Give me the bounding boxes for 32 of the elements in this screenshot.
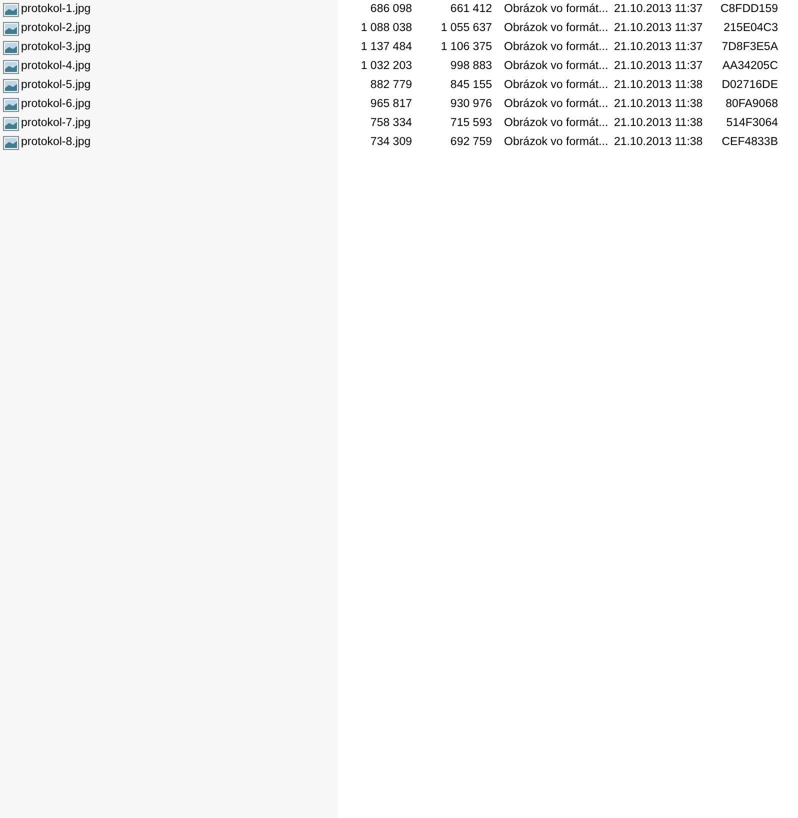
- file-name[interactable]: protokol-6.jpg: [21, 96, 91, 114]
- table-cell-text: 1 032 203: [360, 58, 412, 74]
- image-file-icon: [3, 60, 19, 74]
- table-cell-text: 882 779: [369, 78, 412, 93]
- file-name[interactable]: protokol-2.jpg: [21, 20, 91, 38]
- table-cell-text: 686 098: [369, 2, 412, 17]
- table-cell-text: 1 106 375: [440, 40, 492, 55]
- image-file-icon: [3, 116, 19, 130]
- table-cell-text: 930 976: [449, 96, 492, 112]
- image-file-icon: [3, 78, 19, 92]
- table-cell-text: 1 137 484: [360, 40, 412, 55]
- table-cell-text: 998 883: [449, 58, 492, 74]
- file-name[interactable]: protokol-4.jpg: [21, 58, 91, 76]
- table-cell-text: 734 309: [369, 134, 412, 150]
- table-cell-text: 758 334: [369, 116, 412, 131]
- table-cell-text: 1 055 637: [440, 20, 492, 36]
- image-file-icon: [3, 40, 19, 54]
- table-cell-text: 715 593: [449, 116, 492, 131]
- file-name[interactable]: protokol-3.jpg: [21, 38, 91, 56]
- table-cell-text: 661 412: [449, 2, 492, 17]
- image-file-icon: [3, 22, 19, 36]
- image-file-icon: [3, 136, 19, 150]
- table-cell-text: 965 817: [369, 96, 412, 112]
- file-name[interactable]: protokol-8.jpg: [21, 134, 91, 152]
- file-name[interactable]: protokol-5.jpg: [21, 76, 91, 94]
- table-cell-text: 692 759: [449, 134, 492, 150]
- image-file-icon: [3, 2, 19, 16]
- file-name[interactable]: protokol-7.jpg: [21, 114, 91, 132]
- table-cell-text: 1 088 038: [360, 20, 412, 36]
- image-file-icon: [3, 98, 19, 112]
- table-cell-text: 845 155: [449, 78, 492, 93]
- file-name[interactable]: protokol-1.jpg: [21, 0, 91, 18]
